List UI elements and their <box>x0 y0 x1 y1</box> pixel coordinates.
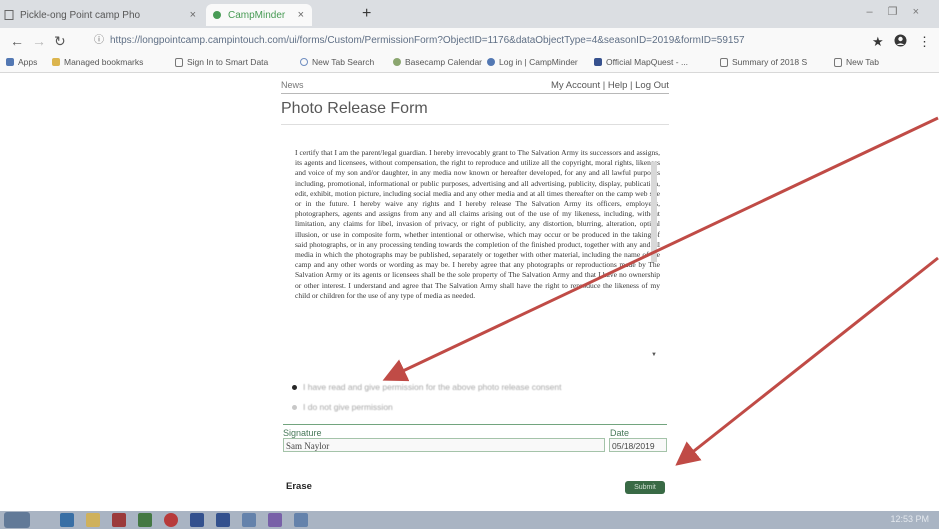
bookmark-apps[interactable]: Apps <box>6 57 37 67</box>
bookmark-managed[interactable]: Managed bookmarks <box>52 57 143 67</box>
clock: 12:53 PM <box>890 514 929 524</box>
tab-photo-release[interactable]: Pickle-ong Point camp Pho × <box>4 4 204 26</box>
apps-icon <box>6 58 14 66</box>
date-label: Date <box>610 428 630 438</box>
bookmark-basecamp[interactable]: Basecamp Calendar <box>393 57 482 67</box>
submit-button[interactable]: Submit <box>625 481 665 494</box>
tab-label: CampMinder <box>228 9 286 21</box>
forward-icon[interactable]: → <box>32 33 46 49</box>
radio-selected-icon[interactable] <box>292 384 297 390</box>
star-icon[interactable]: ★ <box>872 34 884 50</box>
bookmark-summary[interactable]: Summary of 2018 S <box>720 57 807 67</box>
chrome-icon[interactable] <box>164 513 178 527</box>
tab-campminder[interactable]: CampMinder × <box>206 4 312 26</box>
bookmark-smart-data[interactable]: Sign In to Smart Data <box>175 57 268 67</box>
option-label: I have read and give permission for the … <box>303 382 562 392</box>
close-icon[interactable]: × <box>190 9 196 21</box>
bookmark-new-tab-search[interactable]: New Tab Search <box>300 57 374 67</box>
option-give-permission[interactable]: I have read and give permission for the … <box>292 382 561 392</box>
option-no-permission[interactable]: I do not give permission <box>292 402 393 412</box>
account-links[interactable]: My Account | Help | Log Out <box>551 80 669 91</box>
scrollbar-thumb[interactable] <box>651 162 657 262</box>
signature-field[interactable]: Sam Naylor <box>283 438 605 452</box>
start-button[interactable] <box>4 512 30 528</box>
campminder-icon <box>212 10 222 20</box>
taskbar: 12:53 PM <box>0 511 939 529</box>
page-icon <box>720 57 728 67</box>
account-icon[interactable] <box>894 34 907 50</box>
radio-unselected-icon[interactable] <box>292 404 297 410</box>
erase-label: Erase <box>286 481 312 492</box>
app-icon[interactable] <box>268 513 282 527</box>
campminder-icon <box>487 58 495 66</box>
release-text: I certify that I am the parent/legal gua… <box>295 148 660 300</box>
back-icon[interactable]: ← <box>10 33 24 49</box>
app-icon[interactable] <box>112 513 126 527</box>
reload-icon[interactable]: ↻ <box>54 33 66 50</box>
divider <box>283 424 667 425</box>
signature-label: Signature <box>283 428 322 438</box>
page-icon <box>834 57 842 67</box>
folder-icon <box>52 58 60 66</box>
folder-icon[interactable] <box>86 513 100 527</box>
arrow-to-submit-button <box>675 256 939 466</box>
release-text-box[interactable]: I certify that I am the parent/legal gua… <box>295 148 660 362</box>
scroll-down-icon[interactable]: ▼ <box>651 352 657 358</box>
tab-label: Pickle-ong Point camp Pho <box>20 9 141 21</box>
close-icon[interactable]: × <box>298 9 304 21</box>
document-icon <box>4 10 14 20</box>
date-field[interactable]: 05/18/2019 <box>609 438 667 452</box>
submit-label: Submit <box>634 484 656 491</box>
divider <box>281 93 669 94</box>
map-icon <box>594 58 602 66</box>
app-icon[interactable] <box>242 513 256 527</box>
app-icon[interactable] <box>294 513 308 527</box>
bookmark-new-tab[interactable]: New Tab <box>834 57 879 67</box>
address-bar-row: ← → ↻ ⓘ https://longpointcamp.campintouch… <box>0 28 939 54</box>
bookmark-mapquest[interactable]: Official MapQuest - ... <box>594 57 688 67</box>
ie-icon[interactable] <box>60 513 74 527</box>
page-title: Photo Release Form <box>281 100 428 117</box>
url-text: https://longpointcamp.campintouch.com/ui… <box>110 35 745 46</box>
menu-icon[interactable]: ⋮ <box>918 34 931 50</box>
erase-button[interactable]: Erase <box>286 481 312 492</box>
divider <box>281 124 669 125</box>
word-icon[interactable] <box>190 513 204 527</box>
excel-icon[interactable] <box>138 513 152 527</box>
calendar-icon <box>393 58 401 66</box>
info-icon[interactable]: ⓘ <box>94 35 104 46</box>
page-icon <box>175 57 183 67</box>
bookmarks-bar: Apps Managed bookmarks Sign In to Smart … <box>0 54 939 73</box>
new-tab-button[interactable]: + <box>362 5 371 23</box>
tab-strip: Pickle-ong Point camp Pho × CampMinder ×… <box>0 0 939 28</box>
search-icon <box>300 58 308 66</box>
nav-link-news[interactable]: News <box>281 80 304 90</box>
option-label: I do not give permission <box>303 402 393 412</box>
url-field[interactable]: ⓘ https://longpointcamp.campintouch.com/u… <box>94 32 864 50</box>
bookmark-campminder[interactable]: Log in | CampMinder <box>487 57 578 67</box>
window-controls[interactable]: – ❐ × <box>866 5 925 18</box>
outlook-icon[interactable] <box>216 513 230 527</box>
